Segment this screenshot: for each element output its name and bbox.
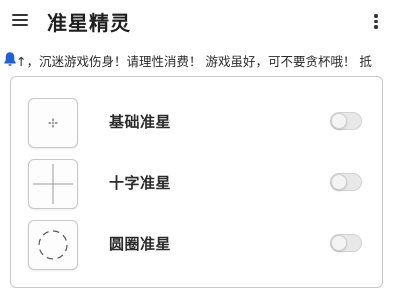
notice-marquee: ↑，沉迷游戏伤身！请理性消费！ 游戏虽好，可不要贪杯哦！ 抵 <box>0 49 393 71</box>
crosshair-toggle-switch[interactable] <box>330 173 362 191</box>
hamburger-menu-icon[interactable] <box>12 12 30 28</box>
dot-crosshair-icon <box>28 98 78 148</box>
crosshair-label: 十字准星 <box>109 174 172 192</box>
more-vertical-icon[interactable] <box>370 11 382 31</box>
crosshair-label: 圆圈准星 <box>109 235 172 253</box>
crosshair-row-cross: 十字准星 <box>11 157 382 213</box>
crosshair-list-card: 基础准星 十字准星 圆圈准星 <box>10 76 383 288</box>
crosshair-row-basic: 基础准星 <box>11 96 382 152</box>
circle-crosshair-icon <box>28 220 78 270</box>
notice-text: ↑，沉迷游戏伤身！请理性消费！ 游戏虽好，可不要贪杯哦！ 抵 <box>16 54 372 69</box>
crosshair-toggle-switch[interactable] <box>330 234 362 252</box>
crosshair-row-circle: 圆圈准星 <box>11 218 382 274</box>
app-bar: 准星精灵 <box>0 0 393 42</box>
app-title: 准星精灵 <box>47 11 131 35</box>
crosshair-toggle-switch[interactable] <box>330 112 362 130</box>
bell-icon <box>4 52 16 66</box>
crosshair-label: 基础准星 <box>109 113 172 131</box>
cross-crosshair-icon <box>28 159 78 209</box>
